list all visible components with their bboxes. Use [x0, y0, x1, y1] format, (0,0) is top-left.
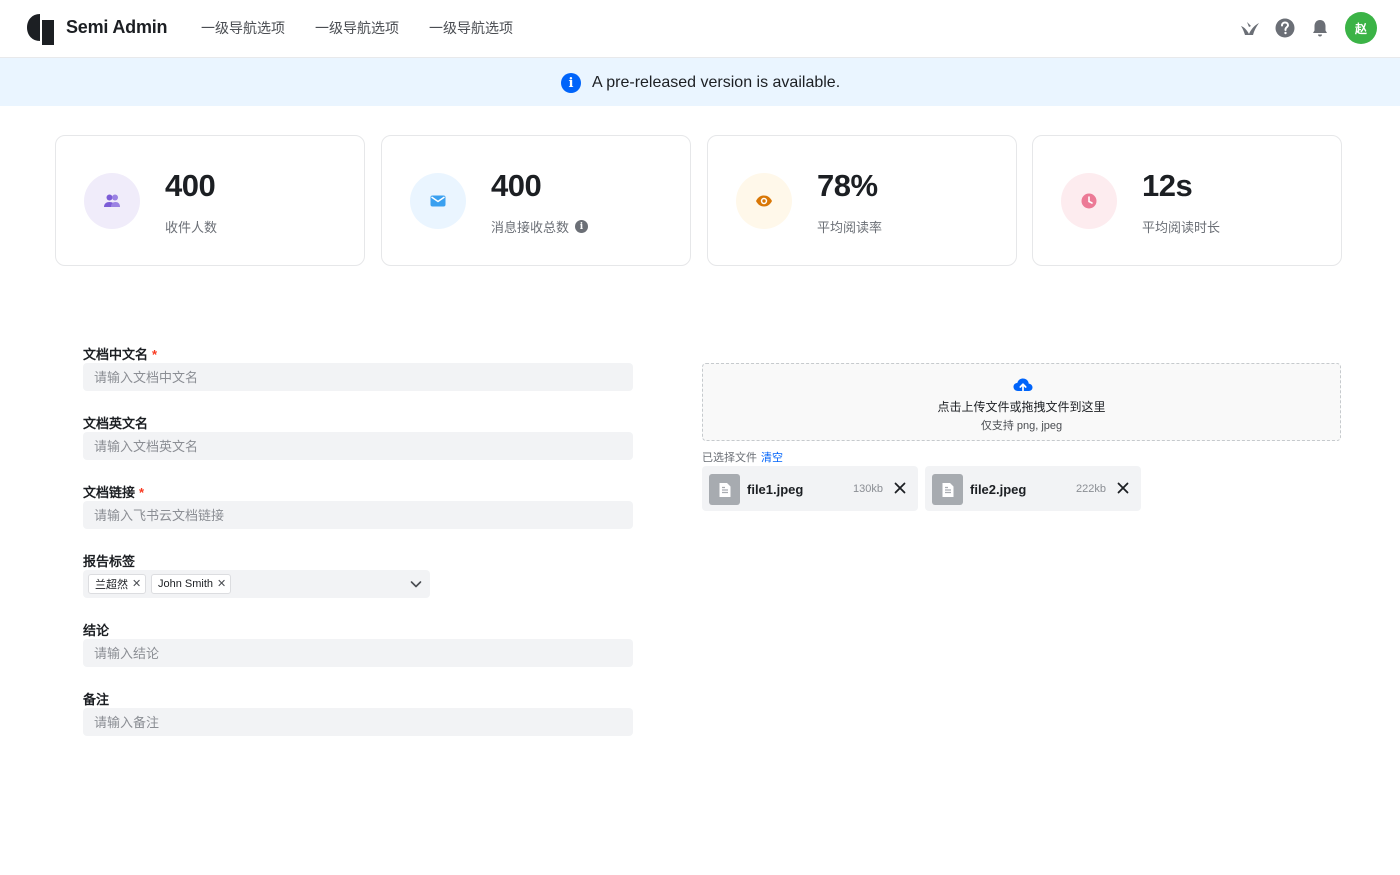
remove-file-icon[interactable] — [893, 481, 907, 495]
info-icon: i — [561, 73, 581, 93]
semi-logo-icon[interactable] — [26, 12, 56, 45]
stat-label-text: 平均阅读率 — [817, 220, 883, 235]
bell-icon[interactable] — [1309, 17, 1331, 39]
mail-icon — [410, 173, 466, 229]
label-text: 文档中文名 — [83, 347, 149, 362]
nav-item-1[interactable]: 一级导航选项 — [201, 18, 285, 38]
label-text: 报告标签 — [83, 554, 136, 569]
label-text: 结论 — [83, 623, 110, 638]
tag-text: 兰超然 — [95, 579, 128, 591]
tag-close-icon[interactable]: ✕ — [217, 578, 226, 590]
info-banner: i A pre-released version is available. — [0, 58, 1400, 106]
chosen-files-label: 已选择文件 — [702, 452, 757, 464]
file-size: 130kb — [853, 483, 883, 495]
stat-value: 400 — [165, 168, 216, 203]
stat-value: 78% — [817, 168, 878, 203]
upload-main-text: 点击上传文件或拖拽文件到这里 — [937, 400, 1106, 414]
stat-label: 平均阅读率 — [817, 217, 882, 236]
top-navbar: Semi Admin 一级导航选项 一级导航选项 一级导航选项 赵 — [0, 0, 1400, 58]
label-text: 文档链接 — [83, 485, 136, 500]
doc-en-name-input[interactable] — [83, 432, 633, 460]
nav-item-2[interactable]: 一级导航选项 — [315, 18, 399, 38]
users-icon — [84, 173, 140, 229]
stat-value: 400 — [491, 168, 542, 203]
file-name: file2.jpeg — [970, 482, 1027, 497]
tag-close-icon[interactable]: ✕ — [132, 578, 141, 590]
file-icon — [932, 474, 963, 505]
doc-en-name-label: 文档英文名 — [83, 413, 148, 432]
stat-value: 12s — [1142, 168, 1193, 203]
doc-cn-name-input[interactable] — [83, 363, 633, 391]
eye-icon — [736, 173, 792, 229]
stat-label: 消息接收总数 i — [491, 217, 589, 236]
file-icon — [709, 474, 740, 505]
banner-text: A pre-released version is available. — [592, 74, 841, 91]
nav-item-3[interactable]: 一级导航选项 — [429, 18, 513, 38]
clock-icon — [1061, 173, 1117, 229]
semi-bird-icon[interactable] — [1239, 17, 1261, 39]
stat-label-text: 收件人数 — [165, 220, 218, 235]
clear-files-link[interactable]: 清空 — [761, 449, 783, 465]
remark-input[interactable] — [83, 708, 633, 736]
tag-chip: 兰超然 ✕ — [88, 574, 147, 594]
stat-card-read-rate: 78% 平均阅读率 — [707, 135, 1017, 266]
stat-card-recipients: 400 收件人数 — [55, 135, 365, 266]
tag-text: John Smith — [158, 578, 214, 590]
file-item: file1.jpeg 130kb — [702, 466, 918, 511]
remark-label: 备注 — [83, 689, 109, 708]
doc-link-label: 文档链接 * — [83, 482, 144, 501]
info-icon[interactable]: i — [575, 220, 589, 233]
required-mark: * — [152, 347, 158, 362]
file-name: file1.jpeg — [747, 482, 804, 497]
brand-name[interactable]: Semi Admin — [66, 17, 168, 38]
user-avatar[interactable]: 赵 — [1345, 12, 1377, 44]
stat-label: 收件人数 — [165, 217, 217, 236]
upload-sub-text: 仅支持 png, jpeg — [980, 420, 1063, 432]
upload-dropzone[interactable]: 点击上传文件或拖拽文件到这里 仅支持 png, jpeg — [702, 363, 1341, 441]
stat-card-messages: 400 消息接收总数 i — [381, 135, 691, 266]
label-text: 文档英文名 — [83, 416, 149, 431]
doc-cn-name-label: 文档中文名 * — [83, 344, 157, 363]
conclusion-input[interactable] — [83, 639, 633, 667]
stat-card-read-time: 12s 平均阅读时长 — [1032, 135, 1342, 266]
conclusion-label: 结论 — [83, 620, 109, 639]
stat-label-text: 平均阅读时长 — [1142, 220, 1221, 235]
help-icon[interactable] — [1274, 17, 1296, 39]
file-size: 222kb — [1076, 483, 1106, 495]
tag-chip: John Smith ✕ — [151, 574, 232, 594]
stat-label: 平均阅读时长 — [1142, 217, 1220, 236]
required-mark: * — [139, 485, 145, 500]
doc-link-input[interactable] — [83, 501, 633, 529]
cloud-upload-icon — [1012, 376, 1034, 394]
report-tags-label: 报告标签 — [83, 551, 135, 570]
label-text: 备注 — [83, 692, 110, 707]
remove-file-icon[interactable] — [1116, 481, 1130, 495]
chevron-down-icon[interactable] — [409, 577, 423, 591]
stat-label-text: 消息接收总数 — [491, 220, 570, 235]
file-item: file2.jpeg 222kb — [925, 466, 1141, 511]
report-tags-select[interactable]: 兰超然 ✕ John Smith ✕ — [83, 570, 430, 598]
